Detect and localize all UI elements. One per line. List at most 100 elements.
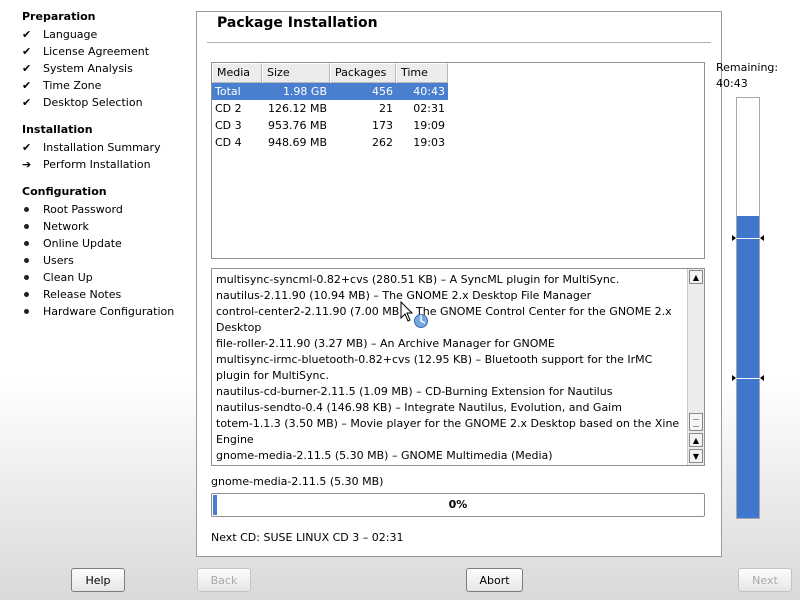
cell-media: Total [212,83,262,100]
log-line: nautilus-sendto-0.4 (146.98 KB) – Integr… [216,401,622,414]
cell-size: 948.69 MB [267,136,327,149]
help-button[interactable]: Help [71,568,125,592]
section-title-preparation: Preparation [22,10,96,23]
step-label: Language [43,28,98,41]
remaining-time: 40:43 [716,77,748,90]
step-release-notes: Release Notes [22,286,121,303]
table-row-cd3[interactable]: CD 3 953.76 MB 173 19:09 [212,117,704,134]
title-divider [207,42,711,43]
check-icon: ✔ [22,79,32,92]
step-label: Online Update [43,237,122,250]
scroll-thumb[interactable] [689,413,703,431]
table-row-cd2[interactable]: CD 2 126.12 MB 21 02:31 [212,100,704,117]
step-root-password: Root Password [22,201,123,218]
log-line: multisync-irmc-bluetooth-0.82+cvs (12.95… [216,353,653,382]
step-language: ✔ Language [22,26,97,43]
cell-packages: 262 [372,136,393,149]
remaining-label: Remaining: [716,61,779,74]
step-license-agreement: ✔ License Agreement [22,43,149,60]
cell-media: CD 2 [215,102,242,115]
cell-time: 19:03 [413,136,445,149]
check-icon: ✔ [22,96,32,109]
back-button[interactable]: Back [197,568,251,592]
bullet-icon [22,241,40,246]
progress-percent: 0% [448,498,468,511]
step-clean-up: Clean Up [22,269,93,286]
step-label: Perform Installation [43,158,151,171]
cd-boundary-marker [732,375,764,381]
table-row-total[interactable]: Total 1.98 GB 456 40:43 [212,83,704,100]
section-title-configuration: Configuration [22,185,107,198]
sidebar: Preparation ✔ Language ✔ License Agreement… [0,0,196,560]
arrow-right-icon: ➔ [22,158,32,171]
next-cd-label: Next CD: SUSE LINUX CD 3 – 02:31 [211,531,404,544]
log-line: control-center2-2.11.90 (7.00 MB) – The … [216,305,672,334]
table-header: Media Size Packages Time [212,63,704,83]
scroll-up-arrow-icon[interactable]: ▲ [689,433,703,447]
bullet-icon [22,224,40,229]
main-panel: Package Installation Media Size Packages… [196,11,722,557]
step-label: Desktop Selection [43,96,143,109]
cell-size: 1.98 GB [262,83,330,100]
bullet-icon [22,309,40,314]
page-title: Package Installation [217,15,378,31]
check-icon: ✔ [22,45,32,58]
remaining-progress-bar [732,97,764,519]
next-button[interactable]: Next [738,568,792,592]
step-label: Root Password [43,203,123,216]
log-line: gnome-media-2.11.5 (5.30 MB) – GNOME Mul… [216,449,553,462]
scroll-up-arrow-icon[interactable]: ▲ [689,270,703,284]
log-line: file-roller-2.11.90 (3.27 MB) – An Archi… [216,337,555,350]
log-line: nautilus-cd-burner-2.11.5 (1.09 MB) – CD… [216,385,613,398]
step-label: System Analysis [43,62,133,75]
step-installation-summary: ✔ Installation Summary [22,139,161,156]
step-desktop-selection: ✔ Desktop Selection [22,94,143,111]
check-icon: ✔ [22,62,32,75]
table-row-cd4[interactable]: CD 4 948.69 MB 262 19:03 [212,134,704,151]
step-perform-installation: ➔ Perform Installation [22,156,151,173]
package-log[interactable]: multisync-syncml-0.82+cvs (280.51 KB) – … [211,268,705,466]
cd-boundary-marker [732,235,764,241]
cell-packages: 21 [379,102,393,115]
step-label: Release Notes [43,288,122,301]
column-header-size[interactable]: Size [262,63,330,83]
column-header-time[interactable]: Time [396,63,448,83]
step-users: Users [22,252,74,269]
step-label: Hardware Configuration [43,305,175,318]
log-line: multisync-syncml-0.82+cvs (280.51 KB) – … [216,273,620,286]
cell-time: 19:09 [413,119,445,132]
abort-button[interactable]: Abort [466,568,523,592]
busy-cursor-icon [400,300,430,334]
column-header-packages[interactable]: Packages [330,63,396,83]
cell-media: CD 3 [215,119,242,132]
bullet-icon [22,275,40,280]
bullet-icon [22,258,40,263]
package-log-content: multisync-syncml-0.82+cvs (280.51 KB) – … [216,272,684,464]
step-label: Installation Summary [43,141,161,154]
cell-time: 02:31 [413,102,445,115]
cell-media: CD 4 [215,136,242,149]
log-line: totem-1.1.3 (3.50 MB) – Movie player for… [216,417,680,446]
scroll-down-arrow-icon[interactable]: ▼ [689,449,703,463]
step-network: Network [22,218,89,235]
check-icon: ✔ [22,141,32,154]
remaining-indicator: Remaining: 40:43 [716,60,778,92]
package-progress-bar: 0% [211,493,705,517]
current-package-label: gnome-media-2.11.5 (5.30 MB) [211,475,384,488]
section-title-installation: Installation [22,123,93,136]
step-label: Users [43,254,74,267]
step-hardware-configuration: Hardware Configuration [22,303,174,320]
step-system-analysis: ✔ System Analysis [22,60,133,77]
remaining-progress-fill [737,215,759,518]
cell-packages: 173 [372,119,393,132]
log-scrollbar[interactable]: ▲ ▲ ▼ [687,269,704,465]
cell-size: 953.76 MB [267,119,327,132]
cell-size: 126.12 MB [267,102,327,115]
step-label: Clean Up [43,271,93,284]
media-table: Media Size Packages Time Total 1.98 GB 4… [211,62,705,259]
cell-packages: 456 [330,83,396,100]
bullet-icon [22,207,40,212]
column-header-media[interactable]: Media [212,63,262,83]
log-line: nautilus-2.11.90 (10.94 MB) – The GNOME … [216,289,592,302]
bullet-icon [22,292,40,297]
